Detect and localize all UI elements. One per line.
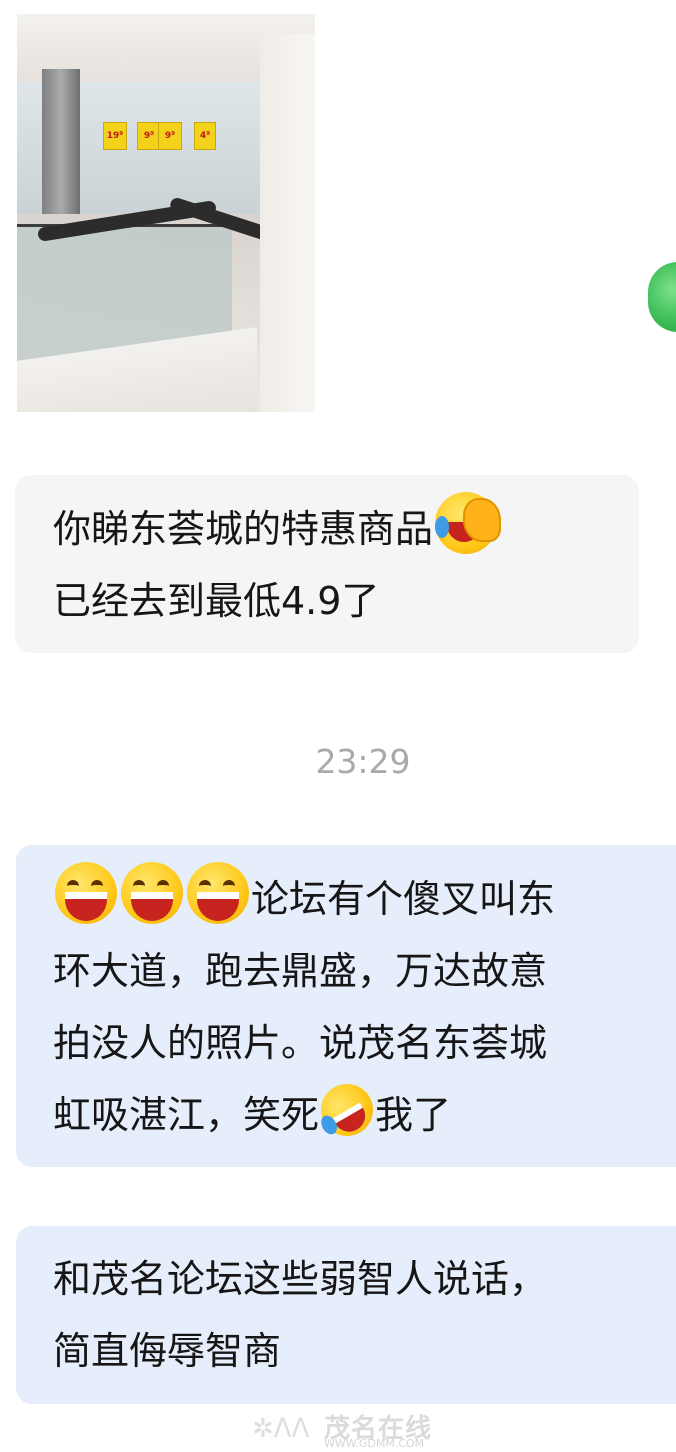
photo-price-sign: 9⁹ [158,122,182,150]
message-line: 虹吸湛江，笑死 我了 [53,1074,676,1151]
message-line: 环大道，跑去鼎盛，万达故意 [53,949,548,993]
photo-price-sign: 4⁹ [194,122,216,150]
message-line: 拍没人的照片。说茂名东荟城 [53,1021,548,1065]
watermark-url: WWW.GDMM.COM [324,1437,425,1450]
photo-message-image[interactable]: 19⁹ 9⁹ 9⁹ 4⁹ [17,14,315,412]
message-line: 你睇东荟城的特惠商品 [53,492,639,565]
facepalm-laugh-emoji [435,492,502,554]
grinning-emoji [121,862,183,924]
photo-price-sign: 19⁹ [103,122,127,150]
message-line: 论坛有个傻叉叫东 [53,862,676,935]
chat-timestamp: 23:29 [315,742,411,781]
message-line: 简直侮辱智商 [53,1329,282,1373]
message-line: 和茂名论坛这些弱智人说话， [53,1257,548,1301]
watermark-logo-icon: ✲ᐱᐱ [252,1414,310,1444]
photo-wall [260,34,315,412]
rofl-emoji [311,1074,383,1146]
message-line: 已经去到最低4.9了 [53,579,380,623]
photo-pillar [42,69,80,219]
sender-avatar[interactable] [648,262,676,332]
grinning-emoji [55,862,117,924]
chat-bubble-received[interactable]: 论坛有个傻叉叫东 环大道，跑去鼎盛，万达故意 拍没人的照片。说茂名东荟城 虹吸湛… [16,845,676,1167]
site-watermark: ✲ᐱᐱ 茂名在线 WWW.GDMM.COM [240,1408,440,1452]
chat-bubble-received[interactable]: 你睇东荟城的特惠商品 已经去到最低4.9了 [15,475,639,653]
chat-bubble-received[interactable]: 和茂名论坛这些弱智人说话， 简直侮辱智商 [16,1226,676,1404]
grinning-emoji [187,862,249,924]
